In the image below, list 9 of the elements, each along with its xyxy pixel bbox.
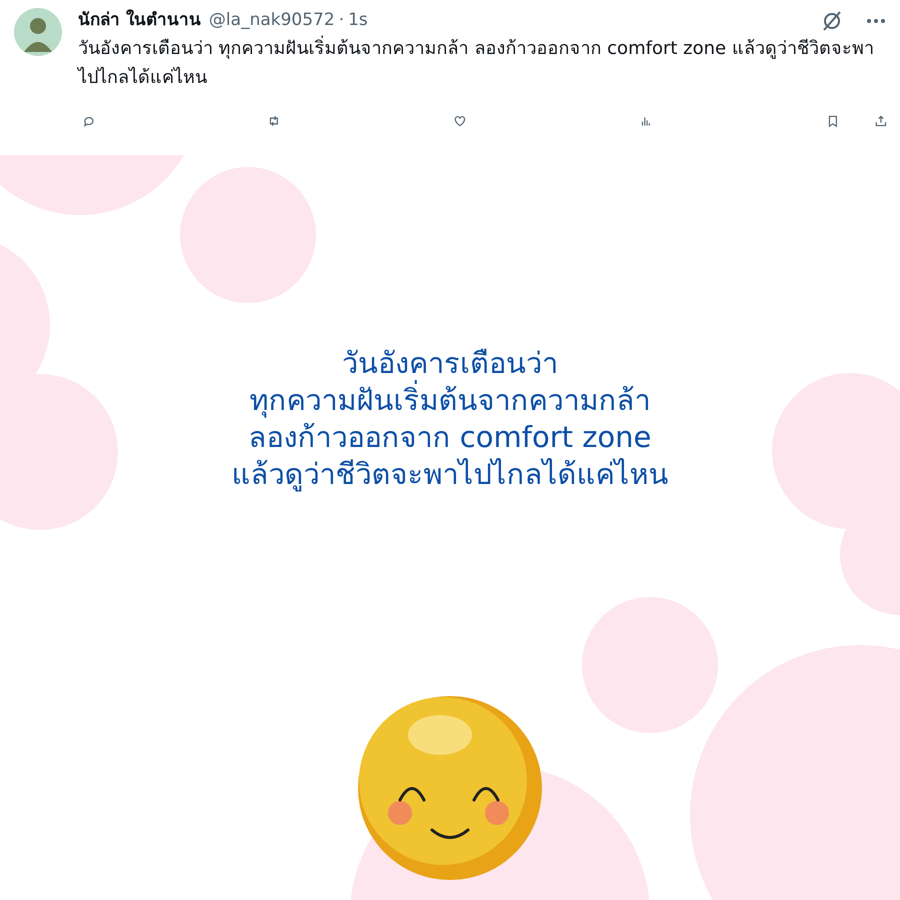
author-name[interactable]: นักล่า ในตำนาน [78,8,201,34]
avatar-icon[interactable] [14,8,62,56]
post-text: วันอังคารเตือนว่า ทุกความฝันเริ่มต้นจากความกล้า ลองก้าวออกจาก comfort zone แล้วดูว่าชีวิตจะพาไปไกลได้แค่ไหน [78,34,875,90]
post-time[interactable]: 1s [348,8,368,34]
author-handle[interactable]: @la_nak90572 [208,8,335,34]
image-caption-line: แล้วดูว่าชีวิตจะพาไปไกลได้แค่ไหน [232,457,668,491]
image-caption-line: ลองก้าวออกจาก comfort zone [248,420,652,454]
image-caption-line: วันอังคารเตือนว่า [342,346,558,380]
separator-dot: · [338,9,344,32]
